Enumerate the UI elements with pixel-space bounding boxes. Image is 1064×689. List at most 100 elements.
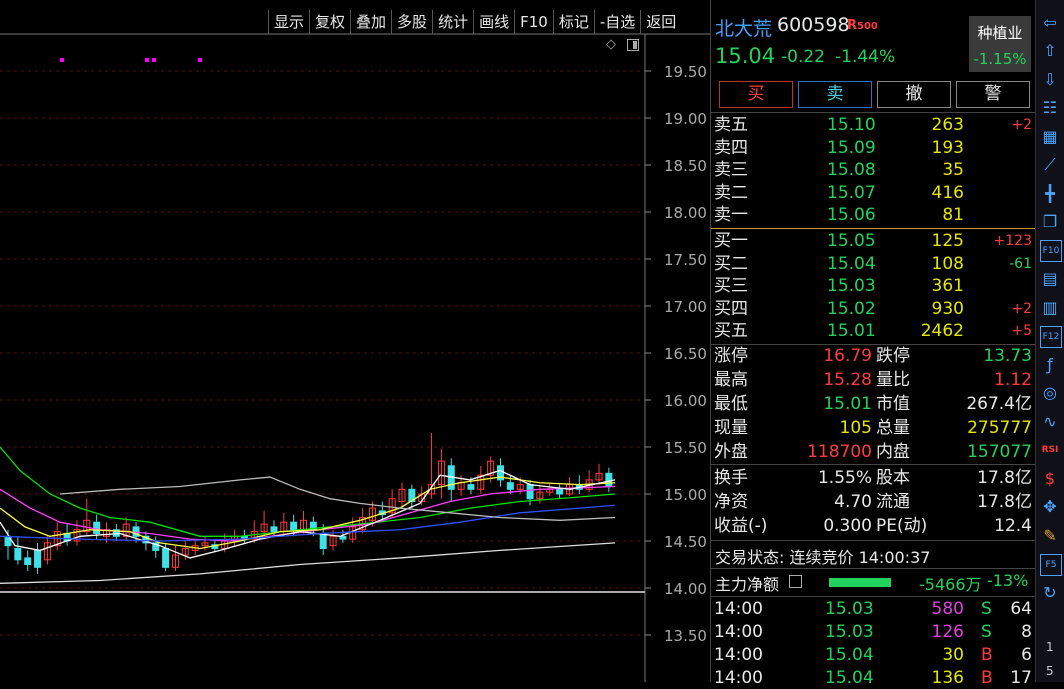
price-tick-label: 16.00 [664,392,707,410]
signal-marker [60,58,64,62]
ask-row[interactable]: 卖五 15.10 263 +2 [711,114,1036,136]
candle-body [339,535,347,540]
alert-button[interactable]: 警 [956,81,1030,108]
panel-toggle-icon[interactable] [627,39,639,51]
fx-icon[interactable]: ƒ [1040,354,1060,374]
ask-label: 卖三 [714,160,748,180]
doc2-icon[interactable]: ▥ [1040,297,1060,317]
statistics-button[interactable]: 统计 [432,10,473,34]
stat-value: 13.73 [983,346,1032,366]
bid-label: 买二 [714,253,748,274]
table-icon[interactable]: ▦ [1040,126,1060,146]
stat-value: 275777 [967,418,1032,438]
candle-body [290,521,298,531]
back-button[interactable]: 返回 [640,10,681,34]
f10-button[interactable]: F10 [514,10,553,34]
ask-row[interactable]: 卖一 15.06 81 [711,204,1036,226]
tick-price: 15.04 [825,645,874,665]
doc-icon[interactable]: ▤ [1040,269,1060,289]
bid-row[interactable]: 买一 15.05 125 +123 [711,230,1036,252]
stat-label: 总量 [876,418,910,438]
line-chart-icon[interactable]: ⟋ [1040,155,1060,175]
draw-line-button[interactable]: 画线 [473,10,514,34]
bid-row[interactable]: 买二 15.04 108 -61 [711,253,1036,275]
flow-list-icon[interactable] [789,575,802,588]
tick-count: 6 [1021,645,1032,665]
refresh-icon[interactable]: ↻ [1040,582,1060,602]
f12-icon[interactable]: F12 [1040,325,1062,348]
bid-delta: -61 [1009,255,1032,272]
ask-row[interactable]: 卖二 15.07 416 [711,182,1036,204]
stat-row: 最高 15.28 量比 1.12 [711,369,1036,391]
ask-price: 15.06 [827,205,876,225]
last-price: 15.04 [715,44,776,68]
price-tick-label: 18.50 [664,157,707,175]
stat-value: 157077 [967,442,1032,462]
remove-watchlist-button[interactable]: -自选 [593,10,640,34]
stat-label: 净资 [714,492,748,512]
kline-chart-panel[interactable]: 19.50 19.00 18.50 18.00 17.50 17.00 16.50 16.00… [0,0,710,682]
bid-label: 买三 [714,276,748,296]
bid-price: 15.02 [827,298,876,319]
stat-label: 市值 [876,394,910,414]
tick-row: 14:00 15.03 580 S 64 [711,598,1036,620]
ask-volume: 263 [931,115,964,135]
candle-icon[interactable]: ╋ [1040,183,1060,203]
tick-count: 8 [1021,622,1032,642]
dollar-icon[interactable]: $ [1040,468,1060,488]
f10-icon[interactable]: F10 [1040,240,1062,262]
bid-volume: 2462 [920,321,964,341]
quote-panel: 北大荒 600598 R500 15.04 -0.22 -1.44% 种植业 -… [710,0,1036,688]
stat-row: 涨停 16.79 跌停 13.73 [711,345,1036,367]
bid-label: 买一 [714,231,748,251]
bid-row[interactable]: 买五 15.01 2462 +5 [711,320,1036,342]
candle-body [506,482,514,490]
bid-row[interactable]: 买三 15.03 361 [711,275,1036,297]
tick-count: 17 [1010,668,1032,688]
buy-button[interactable]: 买 [719,81,793,108]
pencil-icon[interactable]: ✎ [1040,525,1060,545]
tick-side: B [981,668,993,688]
sell-button[interactable]: 卖 [798,81,872,108]
cancel-order-button[interactable]: 撤 [877,81,951,108]
display-button[interactable]: 显示 [268,10,309,34]
bid-row[interactable]: 买四 15.02 930 +2 [711,298,1036,320]
stat-label: 收益(-) [714,516,768,536]
arrow-down-icon[interactable]: ⇩ [1040,69,1060,89]
candle-body [526,484,534,500]
arrow-left-icon[interactable]: ⇦ [1040,12,1060,32]
diamond-icon[interactable]: ◇ [606,38,618,51]
price-change-pct: -1.44% [835,47,896,67]
ask-label: 卖四 [714,137,748,158]
stat-label: 最高 [714,370,748,390]
signal-marker [152,58,156,62]
price-tick-label: 17.00 [664,298,707,316]
ask-row[interactable]: 卖三 15.08 35 [711,159,1036,181]
bid-volume: 361 [931,276,964,296]
adjust-button[interactable]: 复权 [309,10,350,34]
bid-delta: +2 [1011,300,1032,317]
mark-button[interactable]: 标记 [552,10,594,34]
tick-price: 15.04 [825,668,874,688]
list-icon[interactable]: ☷ [1040,98,1060,118]
sector-box[interactable]: 种植业 -1.15% [969,16,1031,72]
wave-icon[interactable]: ∿ [1040,411,1060,431]
signal-marker [198,58,202,62]
price-tick-label: 13.50 [664,627,707,645]
overlay-button[interactable]: 叠加 [350,10,391,34]
price-tick-label: 14.50 [664,533,707,551]
candle-body [467,484,475,490]
window-icon[interactable]: ❐ [1040,212,1060,232]
ask-row[interactable]: 卖四 15.09 193 [711,137,1036,159]
candle-body [14,548,22,561]
arrow-up-icon[interactable]: ⇧ [1040,41,1060,61]
bid-delta: +123 [993,233,1032,249]
tick-volume: 126 [931,622,964,642]
move-icon[interactable]: ✥ [1040,497,1060,517]
f5-icon[interactable]: F5 [1040,553,1062,576]
rsi-icon[interactable]: RSI [1040,440,1060,460]
kline-chart-svg[interactable]: 19.50 19.00 18.50 18.00 17.50 17.00 16.50 16.00… [0,0,710,682]
circle-icon[interactable]: ◎ [1040,383,1060,403]
multi-stock-button[interactable]: 多股 [391,10,432,34]
stat-row: 最低 15.01 市值 267.4亿 [711,393,1036,415]
